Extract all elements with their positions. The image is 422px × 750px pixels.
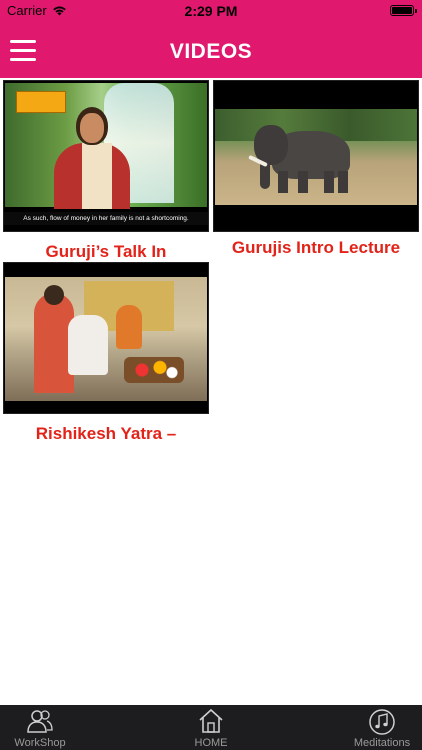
video-card-2[interactable]: Gurujis Intro Lecture: [213, 80, 419, 257]
battery-icon: [390, 5, 417, 16]
video-subtitle: As such, flow of money in her family is …: [4, 212, 208, 225]
video-card-3[interactable]: Rishikesh Yatra –: [3, 262, 209, 443]
video-thumbnail[interactable]: [3, 262, 209, 414]
video-thumbnail[interactable]: [213, 80, 419, 232]
video-title[interactable]: Gurujis Intro Lecture: [213, 238, 419, 258]
page-title: VIDEOS: [169, 40, 253, 63]
video-thumbnail[interactable]: As such, flow of money in her family is …: [3, 80, 209, 232]
video-card-1[interactable]: As such, flow of money in her family is …: [3, 80, 209, 261]
bottom-tab-bar: WorkShop HOME Meditations: [0, 705, 422, 750]
tab-home[interactable]: HOME: [171, 705, 251, 750]
tab-meditations[interactable]: Meditations: [342, 705, 422, 750]
app-header: VIDEOS: [0, 22, 422, 78]
tab-label: WorkShop: [14, 737, 66, 749]
status-bar: Carrier 2:29 PM: [0, 0, 422, 22]
video-title[interactable]: Guruji’s Talk In: [3, 242, 209, 262]
status-time: 2:29 PM: [184, 3, 238, 19]
music-note-icon: [369, 709, 395, 735]
video-title[interactable]: Rishikesh Yatra –: [3, 424, 209, 444]
tab-label: Meditations: [353, 737, 411, 749]
tab-label: HOME: [194, 737, 228, 749]
top-bar: Carrier 2:29 PM VIDEOS: [0, 0, 422, 78]
tab-workshop[interactable]: WorkShop: [0, 705, 80, 750]
channel-logo: [16, 91, 66, 113]
home-icon: [199, 708, 223, 733]
people-icon: [27, 710, 53, 733]
